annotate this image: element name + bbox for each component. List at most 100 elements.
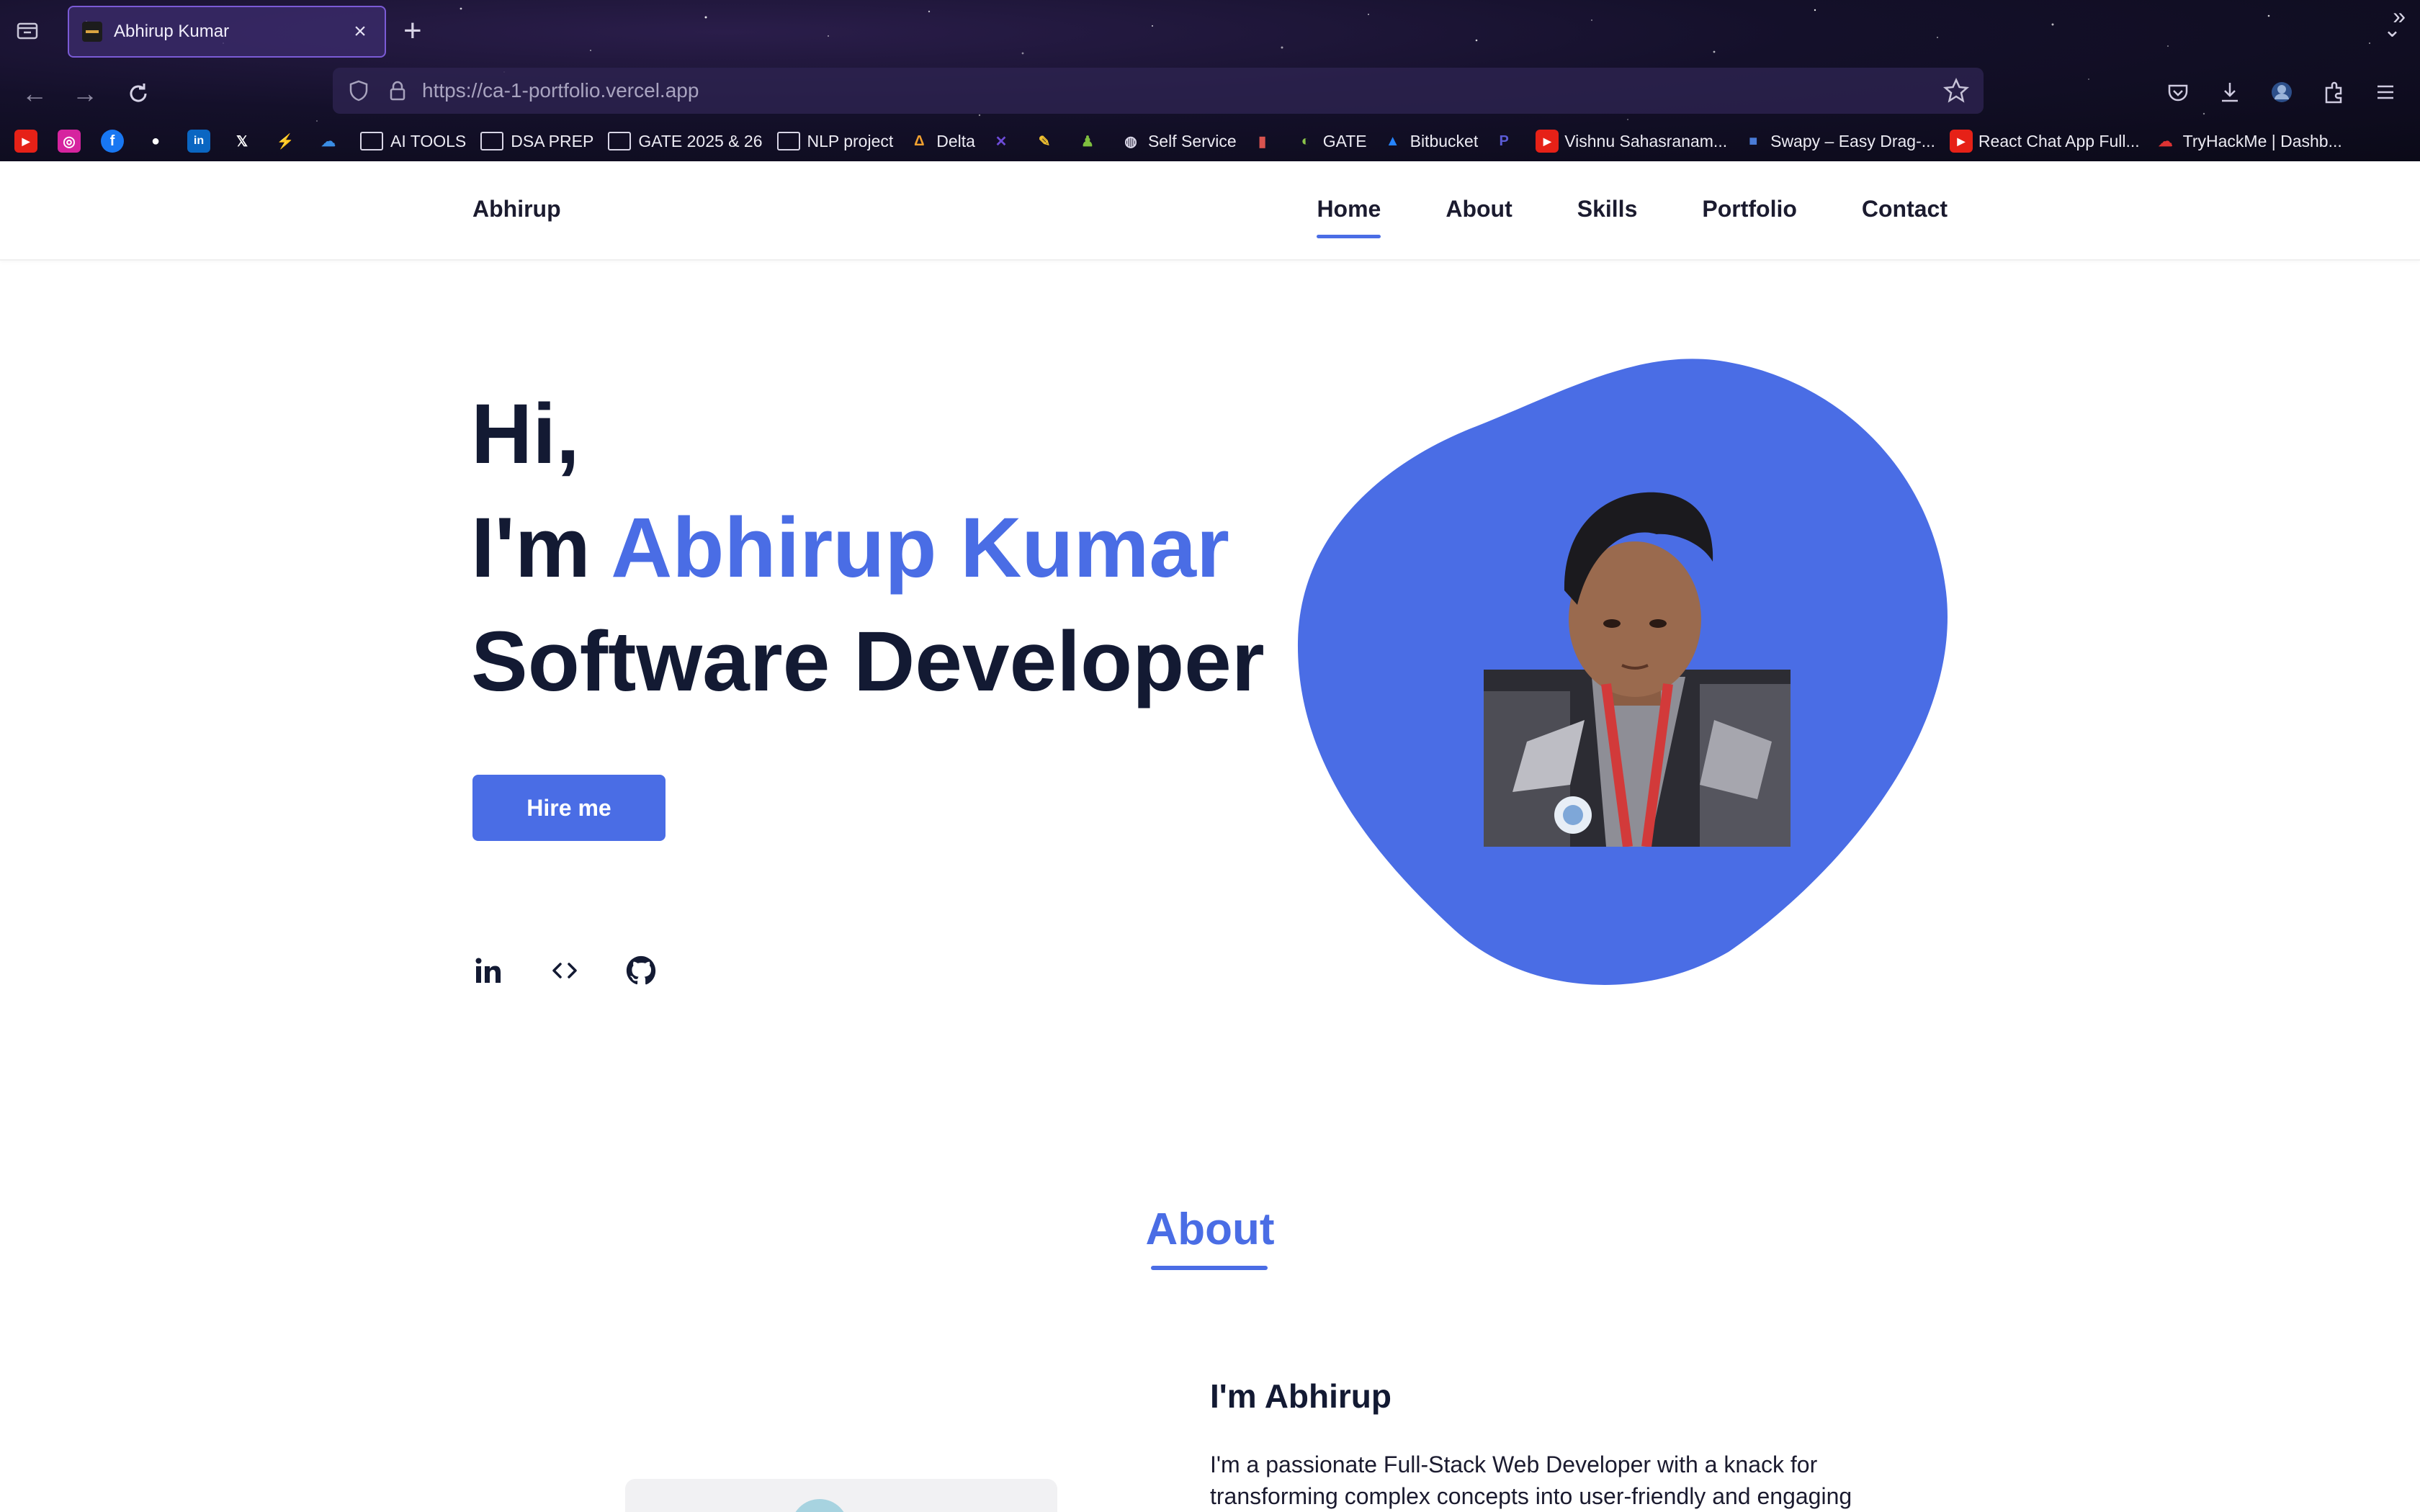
site-brand[interactable]: Abhirup bbox=[472, 196, 561, 222]
tab-title: Abhirup Kumar bbox=[114, 22, 230, 41]
bookmark-label: NLP project bbox=[807, 131, 894, 150]
hero-role: Software Developer bbox=[471, 614, 1265, 709]
nav-contact[interactable]: Contact bbox=[1862, 196, 1948, 222]
active-tab[interactable]: Abhirup Kumar × bbox=[68, 6, 386, 58]
nav-skills[interactable]: Skills bbox=[1577, 196, 1638, 222]
bookmark-label: Delta bbox=[936, 131, 975, 150]
site-header: Abhirup Home About Skills Portfolio Cont… bbox=[0, 161, 2420, 261]
bookmark-item[interactable]: P bbox=[1492, 130, 1521, 153]
bookmark-label: Swapy – Easy Drag-... bbox=[1770, 131, 1935, 150]
folder-icon bbox=[776, 132, 800, 150]
bookmark-item[interactable]: ▮ bbox=[1251, 130, 1280, 153]
hamburger-menu-icon[interactable] bbox=[2370, 76, 2401, 108]
bookmark-item[interactable]: in bbox=[187, 130, 216, 153]
bolt-icon: ⚡ bbox=[276, 133, 295, 150]
portfolio-page: Abhirup Home About Skills Portfolio Cont… bbox=[0, 161, 2420, 1512]
profile-avatar-icon[interactable] bbox=[2266, 76, 2298, 108]
lock-icon[interactable] bbox=[385, 78, 411, 104]
reload-icon[interactable] bbox=[122, 78, 154, 109]
github-icon: ● bbox=[151, 132, 161, 149]
nav-portfolio[interactable]: Portfolio bbox=[1702, 196, 1797, 222]
bookmark-item[interactable]: ■ Swapy – Easy Drag-... bbox=[1742, 130, 1935, 153]
bookmark-item[interactable]: DSA PREP bbox=[480, 132, 593, 151]
github-icon[interactable] bbox=[625, 955, 657, 986]
site-favicon-icon bbox=[82, 22, 102, 42]
bookmark-item[interactable]: NLP project bbox=[776, 131, 894, 151]
illustration-circle bbox=[791, 1499, 848, 1512]
folder-icon bbox=[480, 132, 504, 150]
globe-icon: ◍ bbox=[1124, 133, 1137, 150]
linkedin-icon[interactable] bbox=[472, 955, 504, 986]
facebook-icon: f bbox=[101, 130, 124, 153]
bookmark-item[interactable]: ◎ bbox=[58, 130, 86, 153]
bookmark-item[interactable]: ☁ TryHackMe | Dashb... bbox=[2154, 130, 2342, 153]
forward-arrow-icon[interactable]: → bbox=[69, 78, 101, 109]
books-icon: ▮ bbox=[1258, 133, 1267, 150]
about-illustration-card bbox=[625, 1479, 1057, 1512]
bookmark-item[interactable]: GATE 2025 & 26 bbox=[608, 131, 763, 151]
folder-icon bbox=[608, 132, 632, 150]
bitbucket-icon: ▲ bbox=[1385, 132, 1400, 149]
bookmark-item[interactable]: ▶ React Chat App Full... bbox=[1949, 130, 2140, 153]
bookmark-item[interactable]: ☁ bbox=[317, 130, 346, 153]
bookmark-label: TryHackMe | Dashb... bbox=[2182, 131, 2342, 150]
bookmark-label: DSA PREP bbox=[511, 131, 594, 150]
download-icon[interactable] bbox=[2214, 76, 2246, 108]
bookmark-item[interactable]: ✎ bbox=[1033, 130, 1062, 153]
instagram-icon: ◎ bbox=[58, 130, 81, 153]
bookmark-item[interactable]: ◐ GATE bbox=[1294, 130, 1367, 153]
bookmark-item[interactable]: ◍ Self Service bbox=[1119, 130, 1237, 153]
youtube-icon: ▶ bbox=[14, 130, 37, 153]
bookmark-item[interactable]: AI TOOLS bbox=[360, 132, 466, 151]
bookmark-item[interactable]: ⚡ bbox=[274, 130, 302, 153]
shield-icon[interactable] bbox=[346, 78, 372, 104]
tab-list-icon[interactable] bbox=[14, 17, 40, 43]
bookmark-item[interactable]: f bbox=[101, 130, 130, 153]
tryhackme-icon: ☁ bbox=[2158, 133, 2173, 150]
code-icon[interactable] bbox=[549, 955, 581, 986]
bookmark-item[interactable]: ♟ bbox=[1076, 130, 1105, 153]
bookmark-item[interactable]: ▶ Vishnu Sahasranam... bbox=[1536, 130, 1727, 153]
social-links bbox=[472, 955, 702, 986]
chess-icon: ♟ bbox=[1081, 133, 1094, 150]
bookmark-star-icon[interactable] bbox=[1942, 76, 1971, 105]
bookmark-label: GATE bbox=[1322, 131, 1367, 150]
nav-home[interactable]: Home bbox=[1317, 196, 1381, 238]
browser-chrome: Abhirup Kumar × + ⌄ ← → https://ca-1-por… bbox=[0, 0, 2420, 161]
url-text[interactable]: https://ca-1-portfolio.vercel.app bbox=[422, 79, 699, 102]
bookmark-item[interactable]: ✕ bbox=[990, 130, 1018, 153]
bookmark-item[interactable]: ▲ Bitbucket bbox=[1381, 130, 1479, 153]
back-arrow-icon[interactable]: ← bbox=[19, 78, 50, 109]
nav-about[interactable]: About bbox=[1446, 196, 1512, 222]
pencil-icon: ✎ bbox=[1038, 133, 1051, 150]
profile-photo bbox=[1484, 492, 1791, 847]
bookmark-item[interactable]: ● bbox=[144, 130, 173, 153]
bookmark-label: Self Service bbox=[1147, 131, 1237, 150]
tab-close-icon[interactable]: × bbox=[349, 19, 372, 44]
extensions-icon[interactable] bbox=[2318, 76, 2349, 108]
chevron-double-right-icon[interactable]: » bbox=[2393, 3, 2406, 30]
folder-icon bbox=[360, 132, 383, 150]
onedrive-icon: ☁ bbox=[321, 133, 336, 150]
navigation-bar: ← → https://ca-1-portfolio.vercel.app bbox=[0, 63, 2420, 121]
about-subtitle: I'm Abhirup bbox=[1210, 1377, 1392, 1415]
bookmark-item[interactable]: Δ Delta bbox=[908, 130, 975, 153]
pocket-icon[interactable] bbox=[2162, 76, 2194, 108]
new-tab-icon[interactable]: + bbox=[403, 13, 422, 49]
delta-icon: Δ bbox=[914, 132, 925, 149]
about-section-title: About bbox=[1145, 1205, 1275, 1254]
x-icon: 𝕏 bbox=[236, 133, 248, 150]
address-bar[interactable]: https://ca-1-portfolio.vercel.app bbox=[333, 68, 1984, 114]
youtube-icon: ▶ bbox=[1949, 130, 1973, 153]
bookmark-item[interactable]: ▶ bbox=[14, 130, 43, 153]
hero-text: Hi, I'm Abhirup Kumar Software Developer bbox=[471, 377, 1265, 719]
bookmark-item[interactable]: 𝕏 bbox=[230, 130, 259, 153]
hero-prefix: I'm bbox=[471, 500, 611, 595]
about-paragraph: I'm a passionate Full-Stack Web Develope… bbox=[1210, 1452, 1852, 1509]
youtube-icon: ▶ bbox=[1536, 130, 1559, 153]
tools-icon: ✕ bbox=[995, 133, 1008, 150]
bookmark-label: GATE 2025 & 26 bbox=[638, 131, 763, 150]
hero-intro: I'm Abhirup Kumar bbox=[471, 491, 1265, 605]
hero-greeting: Hi, bbox=[471, 387, 580, 482]
hire-me-button[interactable]: Hire me bbox=[472, 775, 666, 841]
